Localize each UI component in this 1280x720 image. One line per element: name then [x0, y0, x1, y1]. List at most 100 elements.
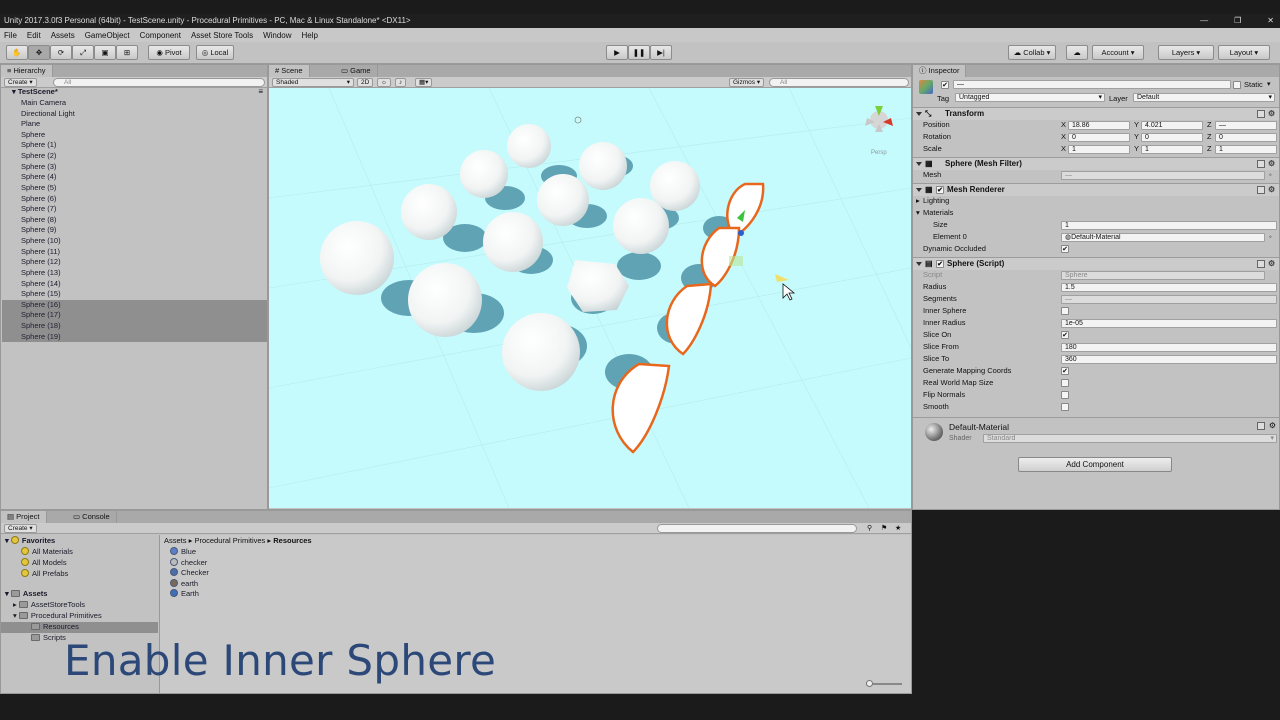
hierarchy-item[interactable]: Sphere (1): [2, 140, 267, 151]
tag-dropdown[interactable]: Untagged ▾: [955, 93, 1105, 102]
slice-on-checkbox[interactable]: ✔: [1061, 331, 1069, 339]
scale-tool-icon[interactable]: ⤢: [72, 45, 94, 60]
hierarchy-create-button[interactable]: Create ▾: [4, 78, 37, 87]
scene-root[interactable]: ▾ TestScene*: [2, 87, 267, 98]
help-icon[interactable]: [1257, 422, 1265, 430]
inner-sphere-checkbox[interactable]: [1061, 307, 1069, 315]
play-button[interactable]: ▶: [606, 45, 628, 60]
hierarchy-item[interactable]: Sphere (13): [2, 268, 267, 279]
folder-resources[interactable]: Resources: [1, 622, 158, 633]
sphere-object[interactable]: [507, 124, 551, 168]
rotation-z-field[interactable]: 0: [1215, 132, 1277, 142]
radius-field[interactable]: 1.5: [1061, 282, 1277, 292]
layer-dropdown[interactable]: Default ▾: [1133, 93, 1275, 102]
sphere-object[interactable]: [579, 142, 627, 190]
hierarchy-item[interactable]: Sphere (3): [2, 162, 267, 173]
hierarchy-item[interactable]: Plane: [2, 119, 267, 130]
mesh-renderer-enabled-checkbox[interactable]: ✔: [936, 186, 944, 194]
hierarchy-item[interactable]: Sphere (12): [2, 257, 267, 268]
rotate-tool-icon[interactable]: ⟳: [50, 45, 72, 60]
scale-x-field[interactable]: 1: [1068, 144, 1130, 154]
position-z-field[interactable]: —: [1215, 120, 1277, 130]
hierarchy-item[interactable]: Sphere (10): [2, 236, 267, 247]
hierarchy-item[interactable]: Sphere (16): [2, 299, 267, 311]
lighting-row[interactable]: ▸ Lighting: [913, 195, 1279, 207]
materials-size-field[interactable]: 1: [1061, 220, 1277, 230]
hierarchy-item[interactable]: Sphere (8): [2, 215, 267, 226]
help-icon[interactable]: [1257, 260, 1265, 268]
shader-dropdown[interactable]: Standard ▾: [983, 434, 1277, 443]
layers-dropdown[interactable]: Layers ▾: [1158, 45, 1214, 60]
help-icon[interactable]: [1257, 186, 1265, 194]
favorite-star-icon[interactable]: ★: [895, 523, 901, 534]
tab-game[interactable]: ▭ Game: [335, 65, 378, 77]
hierarchy-item[interactable]: Main Camera: [2, 98, 267, 109]
script-field[interactable]: Sphere: [1061, 270, 1265, 280]
materials-row[interactable]: ▾ Materials: [913, 207, 1279, 219]
slice-from-field[interactable]: 180: [1061, 342, 1277, 352]
expand-icon[interactable]: [916, 262, 922, 266]
expand-icon[interactable]: [916, 162, 922, 166]
sphere-script-enabled-checkbox[interactable]: ✔: [936, 260, 944, 268]
settings-gear-icon[interactable]: ⚙: [1268, 160, 1276, 168]
folder-procedural-primitives[interactable]: ▾ Procedural Primitives: [13, 611, 102, 622]
collab-button[interactable]: ☁ Collab ▾: [1008, 45, 1056, 60]
effects-toggle-icon[interactable]: ▦▾: [415, 78, 433, 87]
favorite-all-prefabs[interactable]: All Prefabs: [21, 569, 68, 580]
breadcrumb-item[interactable]: Assets: [164, 536, 187, 545]
sphere-object[interactable]: [401, 184, 457, 240]
generate-mapping-coords-checkbox[interactable]: ✔: [1061, 367, 1069, 375]
menu-file[interactable]: File: [4, 31, 17, 40]
scene-search-input[interactable]: All: [769, 78, 909, 87]
hand-tool-icon[interactable]: ✋: [6, 45, 28, 60]
help-icon[interactable]: [1257, 110, 1265, 118]
object-picker-icon[interactable]: ◦: [1269, 231, 1272, 243]
move-tool-icon[interactable]: ✥: [28, 45, 50, 60]
inner-radius-field[interactable]: 1e-05: [1061, 318, 1277, 328]
asset-file-item[interactable]: Blue: [170, 547, 196, 558]
pause-button[interactable]: ❚❚: [628, 45, 650, 60]
hierarchy-item[interactable]: Sphere (5): [2, 183, 267, 194]
position-y-field[interactable]: 4.021: [1141, 120, 1203, 130]
gizmos-dropdown[interactable]: Gizmos ▾: [729, 78, 765, 87]
move-gizmo-plane[interactable]: [729, 256, 743, 266]
element0-field[interactable]: ◍Default-Material: [1061, 232, 1265, 242]
tab-project[interactable]: ▤ Project: [1, 511, 47, 523]
settings-gear-icon[interactable]: ⚙: [1268, 260, 1276, 268]
favorite-all-materials[interactable]: All Materials: [21, 547, 73, 558]
menu-gameobject[interactable]: GameObject: [85, 31, 130, 40]
assets-root[interactable]: ▾ Assets: [5, 589, 47, 600]
asset-file-item[interactable]: earth: [170, 579, 198, 590]
icon-size-slider-thumb[interactable]: [866, 680, 873, 687]
collapse-arrow-icon[interactable]: ▸: [916, 195, 920, 207]
hierarchy-item[interactable]: Sphere: [2, 130, 267, 141]
hierarchy-item[interactable]: Sphere (17): [2, 310, 267, 321]
add-component-button[interactable]: Add Component: [1018, 457, 1172, 472]
sphere-object[interactable]: [408, 263, 482, 337]
expand-arrow-icon[interactable]: ▾: [916, 207, 920, 219]
rotation-x-field[interactable]: 0: [1068, 132, 1130, 142]
tab-inspector[interactable]: ⓘ Inspector: [913, 65, 967, 77]
menu-component[interactable]: Component: [140, 31, 181, 40]
filter-type-icon[interactable]: ⚲: [867, 523, 872, 534]
breadcrumb-item[interactable]: Procedural Primitives: [194, 536, 265, 545]
project-create-button[interactable]: Create ▾: [4, 524, 37, 533]
hierarchy-item[interactable]: Sphere (15): [2, 289, 267, 300]
static-dropdown-icon[interactable]: ▾: [1267, 80, 1271, 88]
scale-y-field[interactable]: 1: [1141, 144, 1203, 154]
settings-gear-icon[interactable]: ⚙: [1268, 186, 1276, 194]
slice-to-field[interactable]: 360: [1061, 354, 1277, 364]
sphere-object[interactable]: [613, 198, 669, 254]
hierarchy-item[interactable]: Sphere (18): [2, 321, 267, 332]
help-icon[interactable]: [1257, 160, 1265, 168]
menu-window[interactable]: Window: [263, 31, 291, 40]
hierarchy-item[interactable]: Sphere (19): [2, 331, 267, 343]
hierarchy-item[interactable]: Sphere (6): [2, 194, 267, 205]
segments-field[interactable]: —: [1061, 294, 1277, 304]
maximize-button[interactable]: ❐: [1234, 14, 1241, 28]
expand-icon[interactable]: [916, 188, 922, 192]
lighting-toggle-icon[interactable]: ☼: [377, 78, 391, 87]
shading-mode-dropdown[interactable]: Shaded ▾: [272, 78, 354, 87]
asset-file-item[interactable]: Checker: [170, 568, 209, 579]
tab-scene[interactable]: # Scene: [269, 65, 310, 77]
